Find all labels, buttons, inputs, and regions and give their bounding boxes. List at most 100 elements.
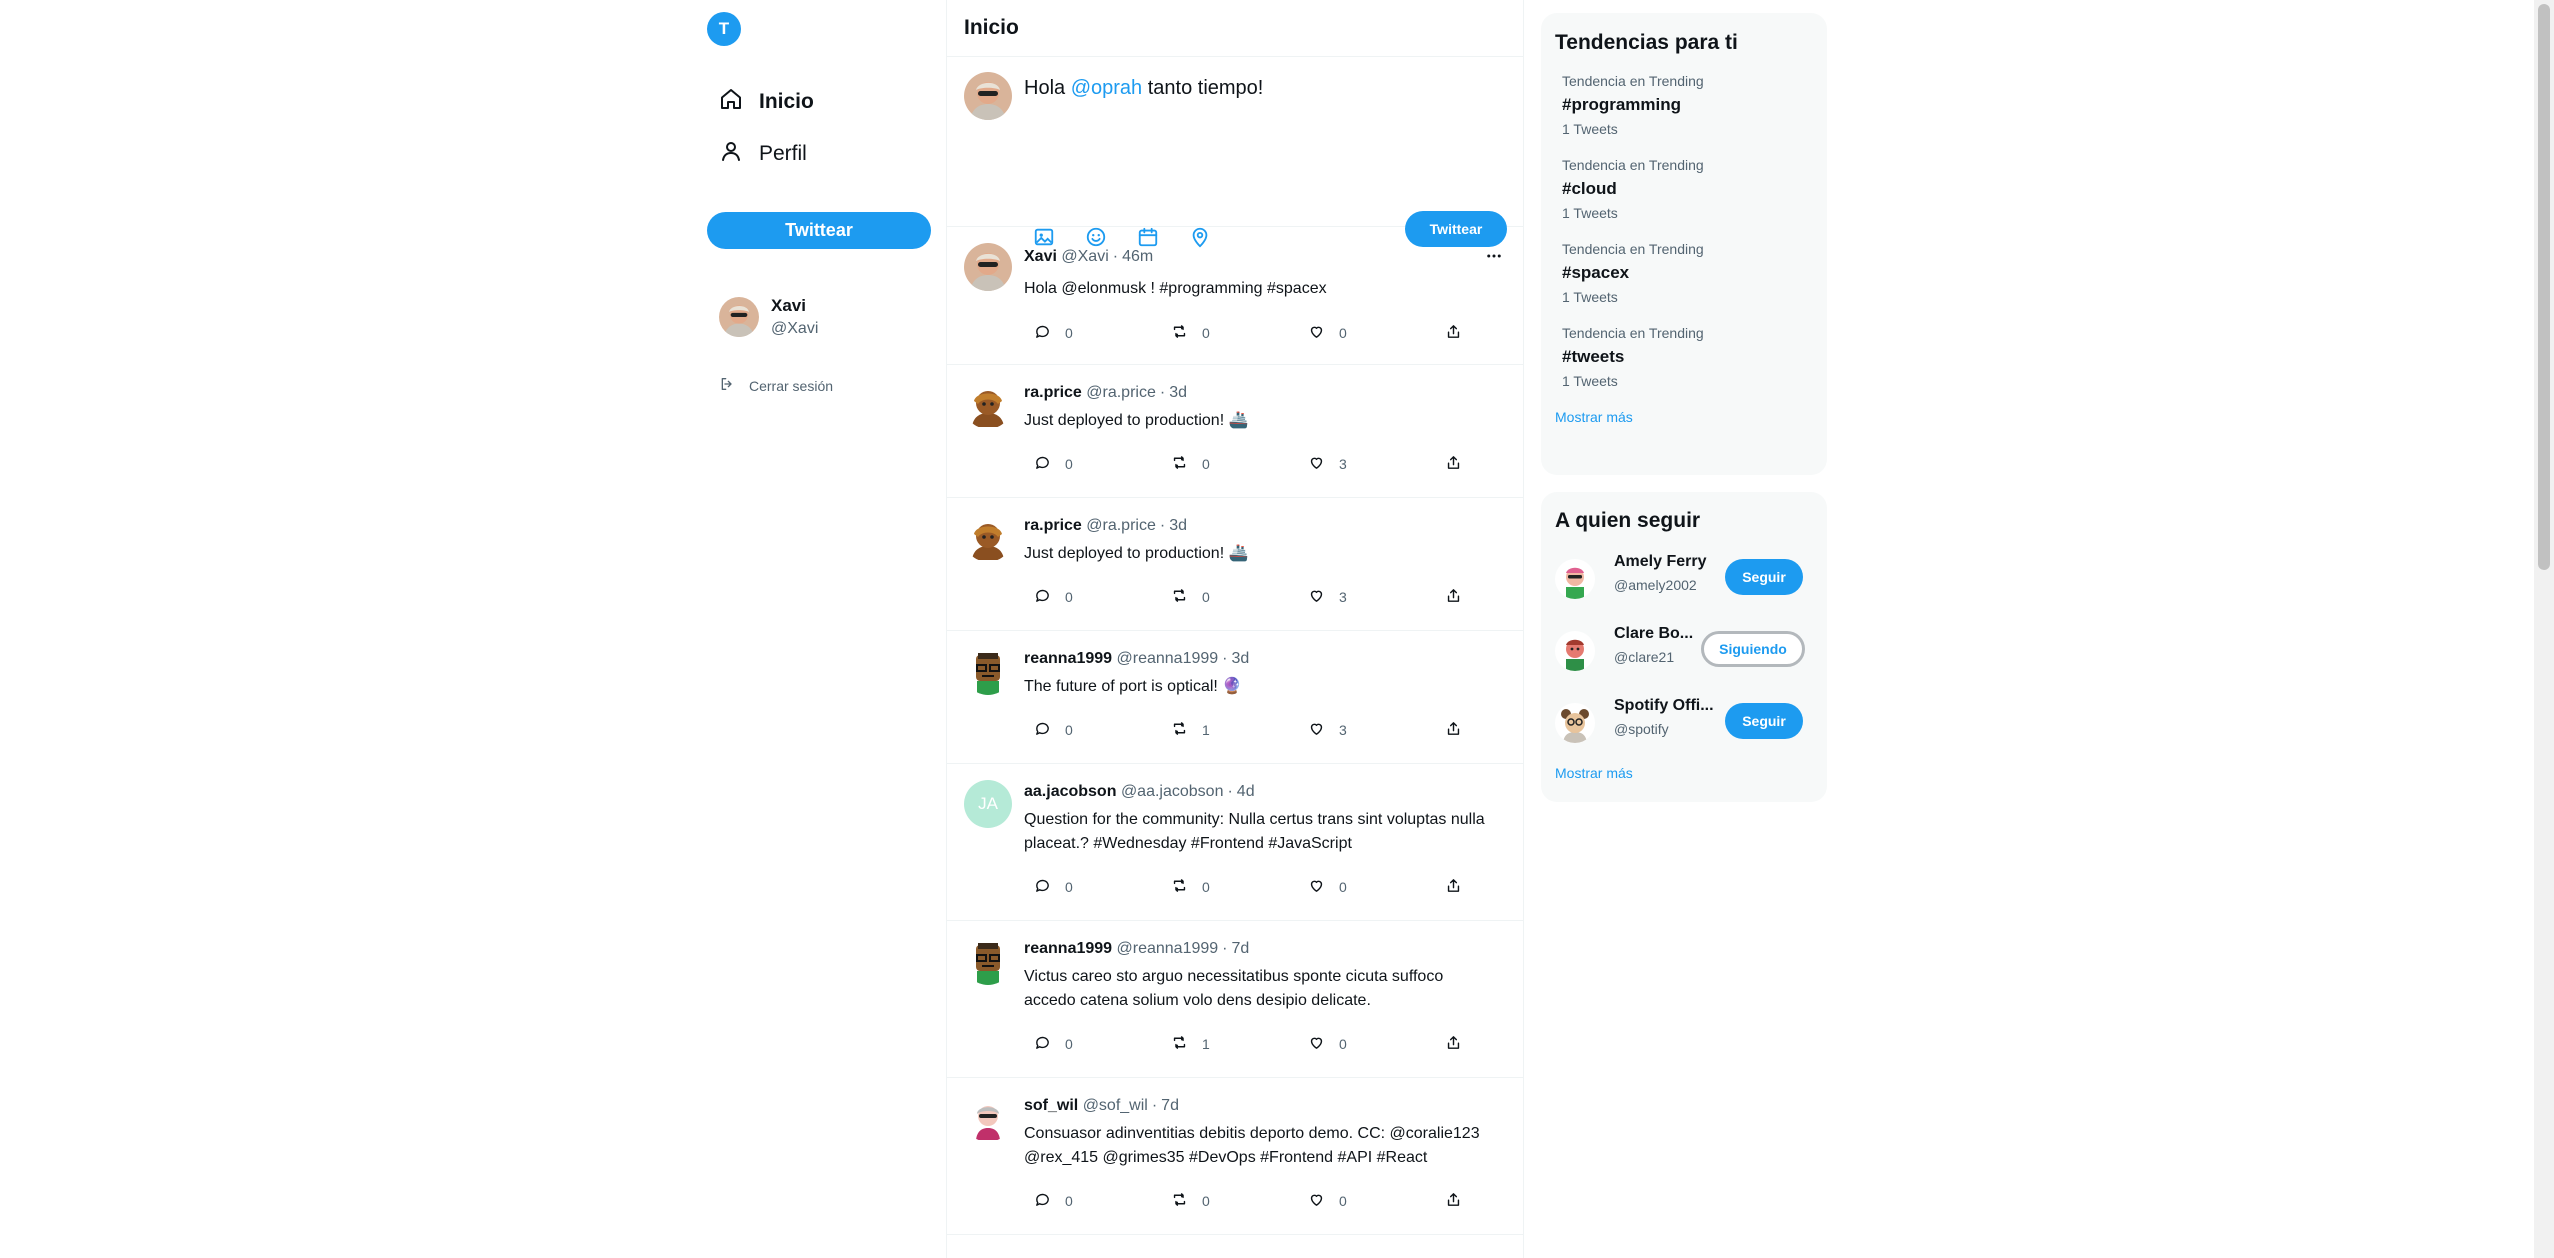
like-button[interactable]: 3 xyxy=(1308,720,1347,740)
tweet-item[interactable]: ra.price @ra.price · 3d Just deployed to p… xyxy=(947,365,1523,498)
tweet-item[interactable]: reanna1999 @reanna1999 · 7d Victus careo s… xyxy=(947,921,1523,1078)
retweet-button[interactable]: 0 xyxy=(1171,587,1210,607)
tweet-author-name[interactable]: ra.price xyxy=(1024,384,1082,401)
tweet-actions: 0 1 3 xyxy=(1034,720,1484,740)
tweet-text: Victus careo sto arguo necessitatibus sp… xyxy=(1024,968,1444,1009)
tweet-author-name[interactable]: reanna1999 xyxy=(1024,650,1112,667)
share-button[interactable] xyxy=(1445,877,1462,897)
tweet-header: reanna1999 @reanna1999 · 7d xyxy=(1024,940,1249,958)
share-button[interactable] xyxy=(1445,587,1462,607)
share-button[interactable] xyxy=(1445,1034,1462,1054)
avatar[interactable] xyxy=(1555,559,1595,599)
avatar[interactable]: JA xyxy=(964,780,1012,828)
follow-button[interactable]: Seguir xyxy=(1725,703,1803,739)
retweet-count: 0 xyxy=(1202,879,1210,895)
avatar[interactable] xyxy=(964,514,1012,562)
retweet-count: 0 xyxy=(1202,589,1210,605)
avatar[interactable] xyxy=(964,381,1012,429)
current-user-card[interactable]: Xavi @Xavi xyxy=(719,296,818,338)
avatar[interactable] xyxy=(964,243,1012,291)
like-button[interactable]: 0 xyxy=(1308,877,1347,897)
nav-item-inicio[interactable]: Inicio xyxy=(719,82,814,122)
tweet-item[interactable]: sof_wil @sof_wil · 7d Consuasor adinventit… xyxy=(947,1078,1523,1235)
tweet-author-handle: @ra.price xyxy=(1086,517,1156,534)
reply-count: 0 xyxy=(1065,456,1073,472)
tweet-author-name[interactable]: aa.jacobson xyxy=(1024,783,1116,800)
more-options-icon[interactable] xyxy=(1485,247,1503,265)
avatar[interactable] xyxy=(964,647,1012,695)
tweet-item[interactable]: JA aa.jacobson @aa.jacobson · 4d Question … xyxy=(947,764,1523,921)
retweet-button[interactable]: 0 xyxy=(1171,1191,1210,1211)
tweet-item[interactable]: reanna1999 @reanna1999 · 3d The future of … xyxy=(947,631,1523,764)
logout-label: Cerrar sesión xyxy=(749,377,834,394)
avatar[interactable] xyxy=(964,1094,1012,1142)
retweet-button[interactable]: 0 xyxy=(1171,454,1210,474)
composer-input[interactable]: Hola @oprah tanto tiempo! xyxy=(1024,77,1263,100)
share-icon xyxy=(1445,877,1462,897)
following-button[interactable]: Siguiendo xyxy=(1701,631,1805,667)
app-logo[interactable]: T xyxy=(707,12,741,46)
scrollbar-thumb[interactable] xyxy=(2538,4,2550,570)
trends-panel: Tendencias para ti Tendencia en Trending… xyxy=(1541,13,1827,475)
right-sidebar: Tendencias para ti Tendencia en Trending… xyxy=(1541,13,1827,819)
tweet-author-name[interactable]: ra.price xyxy=(1024,517,1082,534)
reply-button[interactable]: 0 xyxy=(1034,1191,1073,1211)
like-button[interactable]: 0 xyxy=(1308,1191,1347,1211)
tweet-author-name[interactable]: Xavi xyxy=(1024,248,1057,265)
heart-icon xyxy=(1308,877,1325,897)
nav-item-perfil[interactable]: Perfil xyxy=(719,134,807,174)
retweet-button[interactable]: 0 xyxy=(1171,877,1210,897)
tweet-author-name[interactable]: sof_wil xyxy=(1024,1097,1078,1114)
tweet-time: 3d xyxy=(1169,517,1187,534)
reply-button[interactable]: 0 xyxy=(1034,1034,1073,1054)
page-scrollbar[interactable] xyxy=(2534,0,2554,1258)
logout-button[interactable]: Cerrar sesión xyxy=(719,376,833,395)
trend-item[interactable]: Tendencia en Trending #spacex 1 Tweets xyxy=(1541,241,1827,305)
like-button[interactable]: 0 xyxy=(1308,323,1347,343)
trend-item[interactable]: Tendencia en Trending #tweets 1 Tweets xyxy=(1541,325,1827,389)
retweet-button[interactable]: 0 xyxy=(1171,323,1210,343)
reply-button[interactable]: 0 xyxy=(1034,720,1073,740)
share-button[interactable] xyxy=(1445,323,1462,343)
tweet-header: Xavi @Xavi · 46m xyxy=(1024,248,1153,266)
separator-dot: · xyxy=(1151,1097,1158,1114)
retweet-button[interactable]: 1 xyxy=(1171,720,1210,740)
avatar[interactable] xyxy=(1555,703,1595,743)
trend-item[interactable]: Tendencia en Trending #cloud 1 Tweets xyxy=(1541,157,1827,221)
share-button[interactable] xyxy=(1445,1191,1462,1211)
share-button[interactable] xyxy=(1445,454,1462,474)
tweet-author-name[interactable]: reanna1999 xyxy=(1024,940,1112,957)
trends-show-more-link[interactable]: Mostrar más xyxy=(1541,409,1827,425)
heart-icon xyxy=(1308,454,1325,474)
share-button[interactable] xyxy=(1445,720,1462,740)
share-icon xyxy=(1445,720,1462,740)
follow-suggestion[interactable]: Clare Bo... @clare21 Siguiendo xyxy=(1541,615,1827,687)
like-button[interactable]: 0 xyxy=(1308,1034,1347,1054)
separator-dot: · xyxy=(1112,248,1119,265)
avatar[interactable] xyxy=(1555,631,1595,671)
tweet-item[interactable]: Xavi @Xavi · 46m Hola @elonmusk ! #program… xyxy=(947,227,1523,365)
tweet-text: Question for the community: Nulla certus… xyxy=(1024,811,1485,852)
who-to-follow-panel: A quien seguir Amely Ferry @amely2002 Se… xyxy=(1541,492,1827,802)
reply-count: 0 xyxy=(1065,722,1073,738)
separator-dot: · xyxy=(1227,783,1233,800)
reply-button[interactable]: 0 xyxy=(1034,877,1073,897)
reply-button[interactable]: 0 xyxy=(1034,323,1073,343)
trend-count: 1 Tweets xyxy=(1562,373,1618,389)
follow-suggestion[interactable]: Amely Ferry @amely2002 Seguir xyxy=(1541,543,1827,615)
follow-suggestion[interactable]: Spotify Offi... @spotify Seguir xyxy=(1541,687,1827,759)
sidebar-tweet-button[interactable]: Twittear xyxy=(707,212,931,249)
tweet-text: Just deployed to production! 🚢 xyxy=(1024,545,1249,562)
avatar[interactable] xyxy=(964,937,1012,985)
follow-button[interactable]: Seguir xyxy=(1725,559,1803,595)
like-count: 0 xyxy=(1339,1036,1347,1052)
tweet-actions: 0 0 0 xyxy=(1034,323,1484,343)
tweet-item[interactable]: ra.price @ra.price · 3d Just deployed to p… xyxy=(947,498,1523,631)
reply-button[interactable]: 0 xyxy=(1034,454,1073,474)
who-to-follow-show-more-link[interactable]: Mostrar más xyxy=(1541,765,1827,781)
retweet-button[interactable]: 1 xyxy=(1171,1034,1210,1054)
like-button[interactable]: 3 xyxy=(1308,454,1347,474)
reply-button[interactable]: 0 xyxy=(1034,587,1073,607)
like-button[interactable]: 3 xyxy=(1308,587,1347,607)
trend-item[interactable]: Tendencia en Trending #programming 1 Twe… xyxy=(1541,73,1827,137)
